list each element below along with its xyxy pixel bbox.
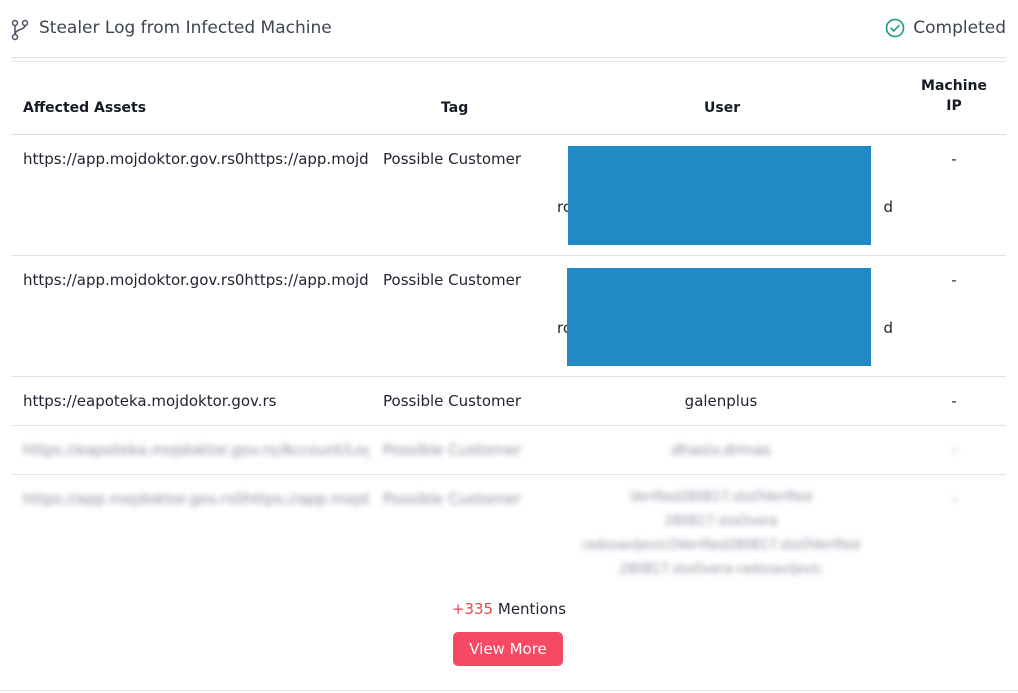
column-header-user[interactable]: User bbox=[704, 100, 740, 116]
user-line: 280817.stoOvera bbox=[664, 514, 778, 529]
mentions-summary: +335 Mentions bbox=[0, 600, 1018, 618]
view-more-button[interactable]: View More bbox=[453, 632, 563, 666]
user-fragment-end: d bbox=[883, 319, 893, 337]
tag-cell: Possible Customer bbox=[383, 392, 522, 410]
header-divider bbox=[11, 57, 1006, 58]
machine-ip-cell: - bbox=[951, 150, 957, 168]
bottom-divider bbox=[0, 690, 1018, 691]
column-header-tag[interactable]: Tag bbox=[441, 100, 468, 116]
machine-ip-cell: - bbox=[951, 392, 957, 410]
affected-asset-cell[interactable]: https://eapoteka.mojdoktor.gov.rs/Accoun… bbox=[23, 441, 369, 459]
table-row[interactable]: https://app.mojdoktor.gov.rs0https://app… bbox=[11, 135, 1006, 256]
tag-cell: Possible Customer bbox=[383, 271, 522, 289]
tag-cell: Possible Customer bbox=[383, 441, 522, 459]
affected-asset-cell[interactable]: https://app.mojdoktor.gov.rs0https://app… bbox=[23, 150, 369, 168]
header-divider-secondary bbox=[11, 61, 1006, 62]
machine-ip-cell: - bbox=[951, 271, 957, 289]
tag-cell: Possible Customer bbox=[383, 490, 522, 508]
check-circle-icon bbox=[885, 18, 905, 38]
mentions-count: +335 bbox=[451, 600, 494, 618]
user-cell: galenplus bbox=[684, 392, 758, 410]
column-header-affected-assets[interactable]: Affected Assets bbox=[23, 100, 146, 116]
user-cell: Verified280817.stoOVerified 280817.stoOv… bbox=[557, 486, 885, 582]
user-line: Verified280817.stoOVerified bbox=[629, 490, 813, 505]
column-header-machine-ip[interactable]: Machine IP bbox=[919, 76, 989, 116]
table-row[interactable]: https://app.mojdoktor.gov.rs0https://app… bbox=[11, 256, 1006, 377]
table-row-blurred[interactable]: https://app.mojdoktor.gov.rs0https://app… bbox=[11, 475, 1006, 585]
status-text: Completed bbox=[913, 18, 1006, 38]
affected-asset-cell[interactable]: https://app.mojdoktor.gov.rs0https://app… bbox=[23, 490, 369, 508]
report-title: Stealer Log from Infected Machine bbox=[39, 18, 332, 38]
user-line: radosavljevicOVerified280817.stoOVerifie… bbox=[582, 538, 860, 553]
user-fragment-end: d bbox=[883, 198, 893, 216]
table-row-blurred[interactable]: https://eapoteka.mojdoktor.gov.rs/Accoun… bbox=[11, 426, 1006, 475]
affected-asset-cell[interactable]: https://app.mojdoktor.gov.rs0https://app… bbox=[23, 271, 369, 289]
status-indicator: Completed bbox=[885, 18, 1006, 38]
branch-icon bbox=[11, 19, 29, 41]
machine-ip-cell: - bbox=[951, 441, 957, 459]
redaction-box bbox=[568, 146, 871, 245]
redaction-box bbox=[567, 268, 871, 366]
user-line: 280817.stoOvera-radosavljevic bbox=[619, 562, 823, 577]
mentions-label: Mentions bbox=[497, 600, 567, 618]
table-row[interactable]: https://eapoteka.mojdoktor.gov.rs Possib… bbox=[11, 377, 1006, 426]
user-cell: dhasiv.drmas bbox=[671, 441, 771, 459]
machine-ip-cell: - bbox=[951, 490, 957, 508]
tag-cell: Possible Customer bbox=[383, 150, 522, 168]
report-header: Stealer Log from Infected Machine Comple… bbox=[0, 0, 1018, 58]
affected-asset-cell[interactable]: https://eapoteka.mojdoktor.gov.rs bbox=[23, 392, 369, 410]
